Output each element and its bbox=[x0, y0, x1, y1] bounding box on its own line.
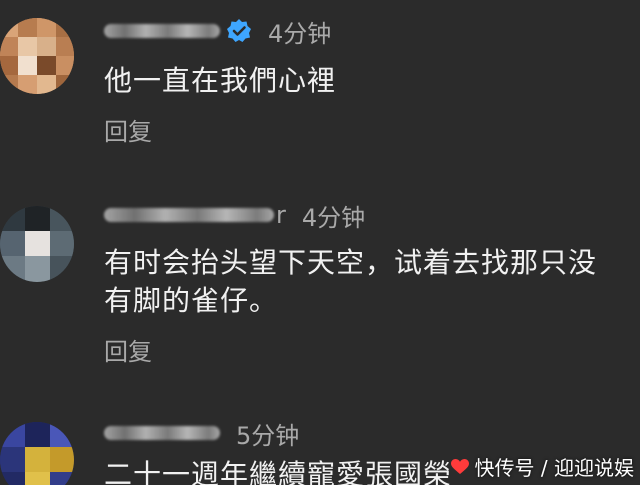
watermark-text: 快传号 / 迎迎说娱 bbox=[474, 456, 634, 480]
comment-meta: 4分钟 bbox=[104, 14, 331, 48]
comment-text: 有时会抬头望下天空，试着去找那只没 有脚的雀仔。 bbox=[104, 244, 634, 320]
comment-feed: 4分钟 他一直在我們心裡 回复 r 4分钟 有时会抬头望下天空，试着去找那只没 … bbox=[0, 0, 640, 485]
username-blurred[interactable] bbox=[104, 24, 220, 38]
avatar[interactable] bbox=[0, 18, 74, 94]
comment-meta: r 4分钟 bbox=[104, 198, 365, 232]
comment-time: 4分钟 bbox=[301, 203, 366, 232]
comment-text: 他一直在我們心裡 bbox=[104, 62, 634, 100]
watermark: 快传号 / 迎迎说娱 bbox=[450, 452, 634, 481]
comment-meta: 5分钟 bbox=[104, 416, 299, 450]
username-blurred[interactable] bbox=[104, 208, 274, 222]
reply-button[interactable]: 回复 bbox=[104, 332, 152, 367]
comment-text-line: 有脚的雀仔。 bbox=[104, 284, 279, 317]
comment-time: 5分钟 bbox=[236, 421, 300, 450]
comment-text-line: 有时会抬头望下天空，试着去找那只没 bbox=[104, 246, 598, 279]
avatar[interactable] bbox=[0, 206, 74, 282]
username-blurred[interactable] bbox=[104, 426, 220, 440]
comment-time: 4分钟 bbox=[268, 19, 332, 48]
avatar[interactable] bbox=[0, 422, 74, 485]
heart-icon bbox=[450, 458, 469, 474]
reply-button[interactable]: 回复 bbox=[104, 112, 152, 147]
verified-badge-icon bbox=[227, 19, 251, 42]
username-suffix: r bbox=[276, 201, 286, 229]
comment-text-line: 他一直在我們心裡 bbox=[104, 64, 337, 97]
